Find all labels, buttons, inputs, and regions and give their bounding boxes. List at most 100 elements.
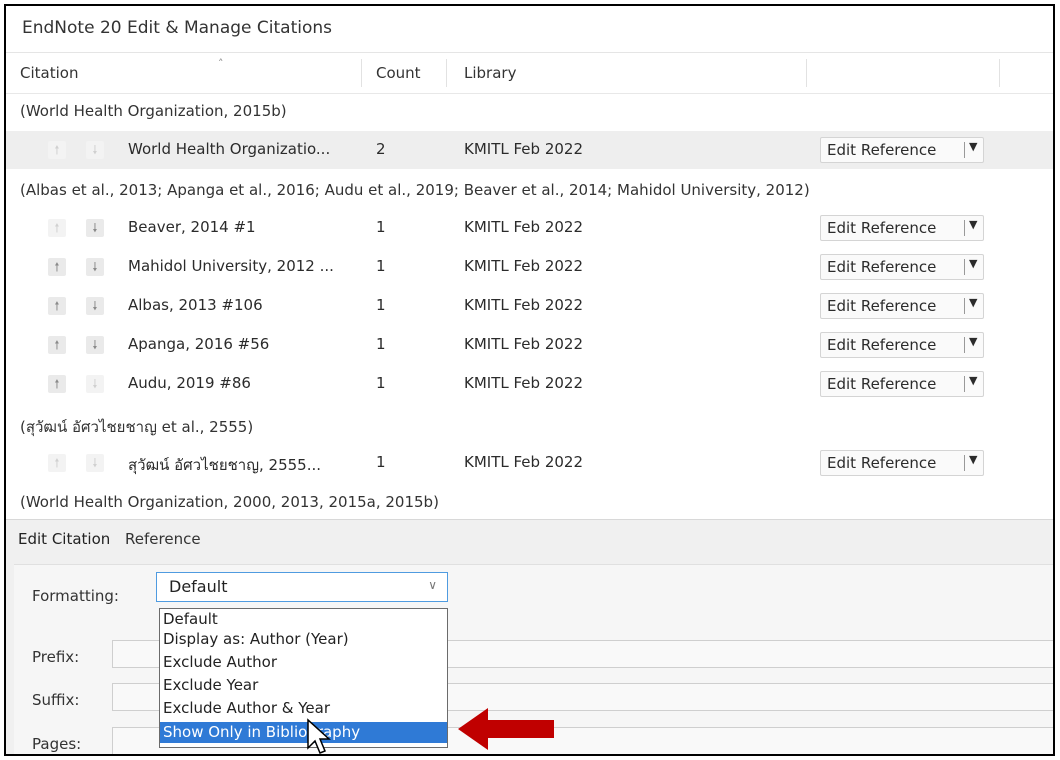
column-library[interactable]: Library [464, 64, 516, 82]
button-divider [964, 220, 965, 236]
option-exclude-author-year[interactable]: Exclude Author & Year [160, 698, 447, 719]
window-title: EndNote 20 Edit & Manage Citations [22, 18, 333, 38]
option-exclude-author[interactable]: Exclude Author [160, 652, 447, 673]
chevron-down-icon[interactable]: ∨ [428, 578, 437, 592]
edit-reference-label: Edit Reference [827, 258, 937, 276]
title-bar: EndNote 20 Edit & Manage Citations [6, 6, 1053, 53]
citation-list: (World Health Organization, 2015b) 🠕 🠗 W… [6, 94, 1053, 518]
button-divider [964, 259, 965, 275]
tab-reference[interactable]: Reference [125, 530, 201, 548]
sort-ascending-icon: ˄ [218, 57, 224, 70]
dropdown-arrow-icon[interactable]: ▼ [969, 335, 977, 348]
citation-group-header[interactable]: (Albas et al., 2013; Apanga et al., 2016… [20, 181, 810, 199]
edit-reference-label: Edit Reference [827, 219, 937, 237]
option-show-only-in-bibliography[interactable]: Show Only in Bibliography [160, 722, 447, 743]
dropdown-arrow-icon[interactable]: ▼ [969, 296, 977, 309]
row-library: KMITL Feb 2022 [464, 257, 583, 275]
edit-reference-button[interactable]: Edit Reference ▼ [820, 254, 984, 280]
edit-manage-citations-window: EndNote 20 Edit & Manage Citations Citat… [4, 4, 1055, 756]
row-count: 1 [376, 374, 386, 392]
citation-group-header[interactable]: (สุวัฒน์ อัศวไชยชาญ et al., 2555) [20, 415, 253, 439]
prefix-label: Prefix: [32, 648, 80, 666]
column-divider[interactable] [806, 59, 807, 87]
formatting-select[interactable]: Default ∨ [156, 572, 448, 602]
citation-group-header[interactable]: (World Health Organization, 2015b) [20, 102, 287, 120]
move-down-icon: 🠗 [86, 454, 104, 472]
move-down-icon[interactable]: 🠗 [86, 219, 104, 237]
tab-edit-citation[interactable]: Edit Citation [18, 530, 110, 548]
row-count: 1 [376, 218, 386, 236]
row-citation: สุวัฒน์ อัศวไชยชาญ, 2555... [128, 456, 322, 474]
move-down-icon[interactable]: 🠗 [86, 336, 104, 354]
option-display-author-year[interactable]: Display as: Author (Year) [160, 629, 447, 650]
reference-row[interactable]: 🠕 🠗 Audu, 2019 #86 1 KMITL Feb 2022 Edit… [6, 365, 1053, 403]
editor-tabs: Edit Citation Reference [18, 530, 211, 548]
row-library: KMITL Feb 2022 [464, 140, 583, 158]
row-count: 1 [376, 296, 386, 314]
button-divider [964, 298, 965, 314]
row-count: 1 [376, 257, 386, 275]
move-up-icon[interactable]: 🠕 [48, 258, 66, 276]
edit-reference-button[interactable]: Edit Reference ▼ [820, 371, 984, 397]
reference-row[interactable]: 🠕 🠗 World Health Organizatio... 2 KMITL … [6, 131, 1053, 169]
column-divider[interactable] [361, 59, 362, 87]
mouse-cursor-icon [307, 718, 331, 754]
button-divider [964, 455, 965, 471]
row-library: KMITL Feb 2022 [464, 374, 583, 392]
move-up-icon[interactable]: 🠕 [48, 297, 66, 315]
citation-group-header[interactable]: (World Health Organization, 2000, 2013, … [20, 493, 439, 511]
edit-reference-label: Edit Reference [827, 141, 937, 159]
move-down-icon[interactable]: 🠗 [86, 258, 104, 276]
row-citation: Audu, 2019 #86 [128, 374, 251, 392]
row-library: KMITL Feb 2022 [464, 296, 583, 314]
row-citation: Apanga, 2016 #56 [128, 335, 270, 353]
move-down-icon: 🠗 [86, 141, 104, 159]
dropdown-arrow-icon[interactable]: ▼ [969, 374, 977, 387]
column-citation[interactable]: Citation [20, 64, 78, 82]
row-citation: Beaver, 2014 #1 [128, 218, 256, 236]
edit-reference-label: Edit Reference [827, 336, 937, 354]
reference-row[interactable]: 🠕 🠗 Mahidol University, 2012 ... 1 KMITL… [6, 248, 1053, 286]
dropdown-arrow-icon[interactable]: ▼ [969, 453, 977, 466]
move-up-icon: 🠕 [48, 219, 66, 237]
edit-reference-button[interactable]: Edit Reference ▼ [820, 137, 984, 163]
formatting-selected-value: Default [169, 577, 228, 596]
row-citation: World Health Organizatio... [128, 140, 331, 158]
red-pointer-arrow-icon [458, 708, 554, 750]
reference-row[interactable]: 🠕 🠗 Albas, 2013 #106 1 KMITL Feb 2022 Ed… [6, 287, 1053, 325]
dropdown-arrow-icon[interactable]: ▼ [969, 218, 977, 231]
row-count: 2 [376, 140, 386, 158]
move-up-icon[interactable]: 🠕 [48, 375, 66, 393]
move-up-icon: 🠕 [48, 141, 66, 159]
column-divider[interactable] [999, 59, 1000, 87]
edit-reference-button[interactable]: Edit Reference ▼ [820, 450, 984, 476]
edit-reference-label: Edit Reference [827, 375, 937, 393]
column-header: Citation ˄ Count Library [6, 53, 1053, 94]
pages-label: Pages: [32, 735, 82, 753]
row-library: KMITL Feb 2022 [464, 218, 583, 236]
option-default[interactable]: Default [160, 609, 447, 630]
edit-reference-button[interactable]: Edit Reference ▼ [820, 332, 984, 358]
row-citation: Mahidol University, 2012 ... [128, 257, 334, 275]
button-divider [964, 337, 965, 353]
button-divider [964, 376, 965, 392]
column-count[interactable]: Count [376, 64, 421, 82]
row-library: KMITL Feb 2022 [464, 453, 583, 471]
dropdown-arrow-icon[interactable]: ▼ [969, 140, 977, 153]
column-divider[interactable] [446, 59, 447, 87]
formatting-options-list: Default Display as: Author (Year) Exclud… [159, 608, 448, 748]
dropdown-arrow-icon[interactable]: ▼ [969, 257, 977, 270]
formatting-label: Formatting: [32, 587, 119, 605]
move-down-icon[interactable]: 🠗 [86, 297, 104, 315]
suffix-label: Suffix: [32, 691, 80, 709]
row-library: KMITL Feb 2022 [464, 335, 583, 353]
reference-row[interactable]: 🠕 🠗 Beaver, 2014 #1 1 KMITL Feb 2022 Edi… [6, 209, 1053, 247]
move-up-icon[interactable]: 🠕 [48, 336, 66, 354]
option-exclude-year[interactable]: Exclude Year [160, 675, 447, 696]
move-up-icon: 🠕 [48, 454, 66, 472]
row-count: 1 [376, 335, 386, 353]
edit-reference-button[interactable]: Edit Reference ▼ [820, 293, 984, 319]
edit-reference-button[interactable]: Edit Reference ▼ [820, 215, 984, 241]
reference-row[interactable]: 🠕 🠗 Apanga, 2016 #56 1 KMITL Feb 2022 Ed… [6, 326, 1053, 364]
reference-row[interactable]: 🠕 🠗 สุวัฒน์ อัศวไชยชาญ, 2555... 1 KMITL … [6, 444, 1053, 482]
